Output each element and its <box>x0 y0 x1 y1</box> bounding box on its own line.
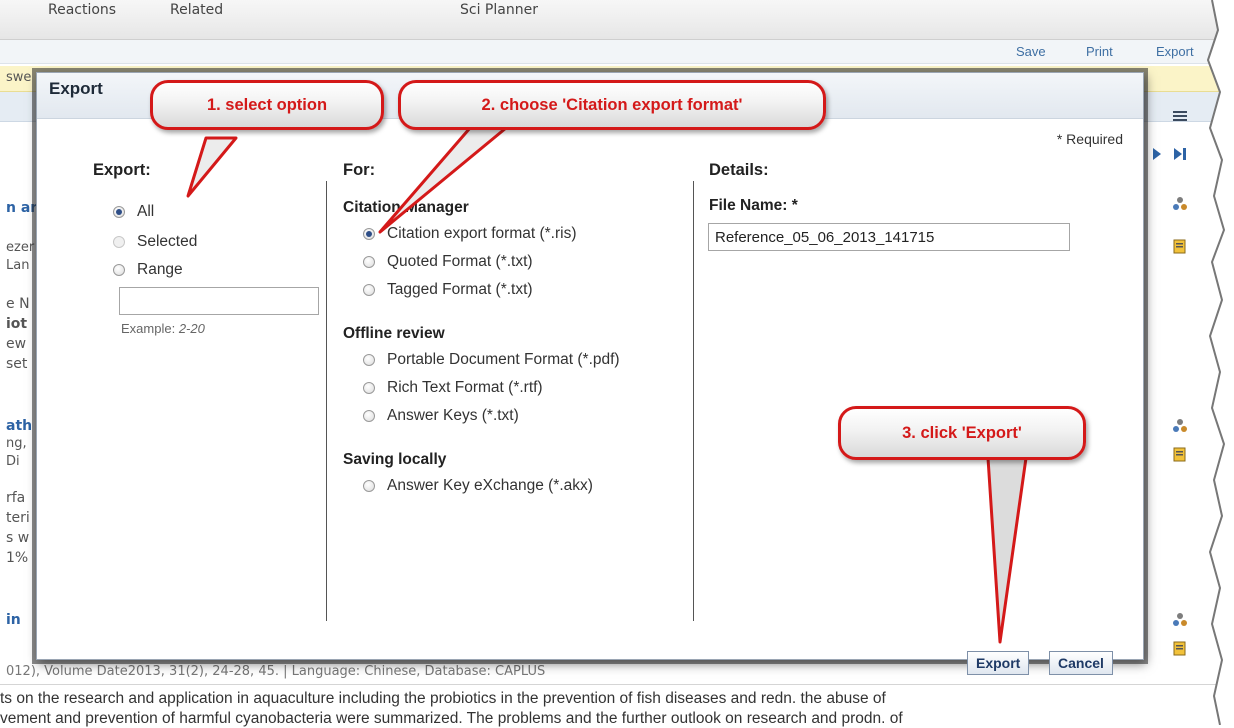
background-actionbar <box>0 40 1234 64</box>
bg-tab-related[interactable]: Related <box>170 2 223 18</box>
bg-fragment: teri <box>6 510 30 526</box>
bg-fragment: set <box>6 356 28 372</box>
range-input[interactable] <box>119 287 319 315</box>
format-option-quoted[interactable]: Quoted Format (*.txt) <box>363 253 533 271</box>
group-citation-manager: Citation Manager <box>343 199 469 216</box>
group-offline-review: Offline review <box>343 325 445 342</box>
bg-fragment: ng, <box>6 436 27 451</box>
structure-icon[interactable] <box>1172 196 1188 212</box>
range-example-value: 2-20 <box>178 321 205 336</box>
for-column-heading: For: <box>343 161 376 179</box>
format-option-tagged[interactable]: Tagged Format (*.txt) <box>363 281 533 299</box>
radio-range[interactable] <box>113 264 125 276</box>
bg-print-link[interactable]: Print <box>1086 44 1113 59</box>
bg-fragment: in <box>6 612 21 628</box>
details-column-heading: Details: <box>709 161 769 179</box>
structure-icon[interactable] <box>1172 612 1188 628</box>
bg-export-link[interactable]: Export <box>1156 44 1194 59</box>
format-option-ris[interactable]: Citation export format (*.ris) <box>363 225 577 243</box>
bg-fragment: ath <box>6 418 33 434</box>
bg-fragment: e N <box>6 296 30 312</box>
callout-click-export: 3. click 'Export' <box>838 406 1086 460</box>
bg-fragment: ew <box>6 336 27 352</box>
bg-abstract-line: vement and prevention of harmful cyanoba… <box>0 710 903 727</box>
next-page-icon[interactable] <box>1150 146 1166 162</box>
bg-fragment: ezer <box>6 240 35 255</box>
export-option-selected[interactable]: Selected <box>113 233 197 251</box>
range-example-label: Example: <box>121 321 179 336</box>
export-option-all[interactable]: All <box>113 203 154 221</box>
background-tabbar: Reactions Related Sci Planner <box>0 0 1234 40</box>
file-name-label: File Name: * <box>709 197 798 214</box>
format-option-pdf[interactable]: Portable Document Format (*.pdf) <box>363 351 620 369</box>
radio-ris[interactable] <box>363 228 375 240</box>
bg-fragment: iot <box>6 316 28 332</box>
export-dialog: Export * Required Export: All Selected R… <box>36 72 1144 675</box>
export-option-label: Range <box>137 261 183 278</box>
file-name-input[interactable] <box>708 223 1070 251</box>
format-option-label: Portable Document Format (*.pdf) <box>387 351 620 368</box>
bg-divider <box>0 684 1234 685</box>
bg-abstract-line: ts on the research and application in aq… <box>0 690 886 707</box>
bg-fragment: Lan <box>6 258 30 273</box>
group-saving-locally: Saving locally <box>343 451 447 468</box>
bg-citation-fragment: 012), Volume Date2013, 31(2), 24-28, 45.… <box>6 664 546 679</box>
callout-select-option: 1. select option <box>150 80 384 130</box>
required-note: * Required <box>1056 131 1123 147</box>
export-column-heading: Export: <box>93 161 151 179</box>
radio-answer-keys[interactable] <box>363 410 375 422</box>
bg-fragment: Di <box>6 454 20 469</box>
menu-icon[interactable] <box>1172 108 1188 124</box>
radio-selected[interactable] <box>113 236 125 248</box>
last-page-icon[interactable] <box>1172 146 1188 162</box>
format-option-akx[interactable]: Answer Key eXchange (*.akx) <box>363 477 593 495</box>
format-option-label: Rich Text Format (*.rtf) <box>387 379 543 396</box>
radio-all[interactable] <box>113 206 125 218</box>
column-divider <box>693 181 694 621</box>
export-option-range[interactable]: Range <box>113 261 183 279</box>
torn-edge-decoration <box>1206 0 1234 725</box>
structure-icon[interactable] <box>1172 418 1188 434</box>
cancel-button[interactable]: Cancel <box>1049 651 1113 675</box>
format-option-rtf[interactable]: Rich Text Format (*.rtf) <box>363 379 543 397</box>
bg-tab-reactions[interactable]: Reactions <box>48 2 116 18</box>
export-option-label: Selected <box>137 233 198 250</box>
bg-fragment: 1% <box>6 550 29 566</box>
bg-tab-sciplanner[interactable]: Sci Planner <box>460 2 538 18</box>
bg-yellow-fragment: swe <box>6 70 32 85</box>
document-icon[interactable] <box>1172 640 1188 656</box>
dialog-title: Export <box>49 79 103 98</box>
radio-rtf[interactable] <box>363 382 375 394</box>
range-example: Example: 2-20 <box>121 321 205 336</box>
radio-akx[interactable] <box>363 480 375 492</box>
bg-fragment: s w <box>6 530 30 546</box>
radio-quoted[interactable] <box>363 256 375 268</box>
format-option-answer-keys[interactable]: Answer Keys (*.txt) <box>363 407 519 425</box>
format-option-label: Tagged Format (*.txt) <box>387 281 533 298</box>
document-icon[interactable] <box>1172 446 1188 462</box>
document-icon[interactable] <box>1172 238 1188 254</box>
bg-fragment: n ar <box>6 200 38 216</box>
format-option-label: Citation export format (*.ris) <box>387 225 577 242</box>
bg-save-link[interactable]: Save <box>1016 44 1046 59</box>
bg-fragment: rfa <box>6 490 26 506</box>
export-option-label: All <box>137 203 155 220</box>
format-option-label: Answer Keys (*.txt) <box>387 407 519 424</box>
callout-choose-format: 2. choose 'Citation export format' <box>398 80 826 130</box>
format-option-label: Quoted Format (*.txt) <box>387 253 533 270</box>
column-divider <box>326 181 327 621</box>
format-option-label: Answer Key eXchange (*.akx) <box>387 477 593 494</box>
radio-tagged[interactable] <box>363 284 375 296</box>
export-button[interactable]: Export <box>967 651 1030 675</box>
radio-pdf[interactable] <box>363 354 375 366</box>
